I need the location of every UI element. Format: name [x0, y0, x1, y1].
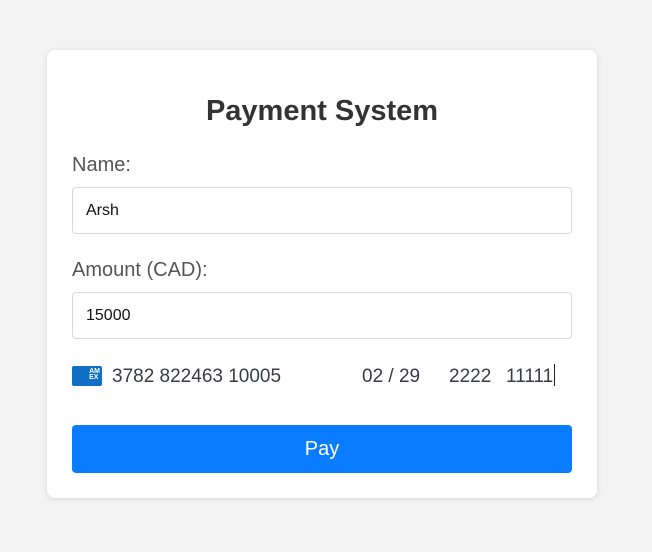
card-cvc-field[interactable]: 2222	[449, 364, 491, 390]
pay-button[interactable]: Pay	[72, 425, 572, 473]
page-title: Payment System	[205, 95, 439, 127]
payment-card: Payment System Name: Amount (CAD): AMEX …	[47, 50, 597, 498]
amount-label: Amount (CAD):	[72, 259, 208, 281]
name-input[interactable]	[72, 187, 572, 234]
card-expiry-field[interactable]: 02 / 29	[362, 364, 420, 390]
amex-logo-text: AM EX	[89, 368, 100, 381]
card-element[interactable]: AM EX 3782 822463 10005 02 / 29 2222 1111…	[72, 364, 572, 390]
card-number-field[interactable]: 3782 822463 10005	[112, 364, 281, 390]
amex-card-icon: AM EX	[72, 366, 102, 386]
name-label: Name:	[72, 154, 131, 176]
card-postal-field[interactable]: 11111	[506, 366, 553, 387]
card-postal-field-wrap[interactable]: 11111	[506, 364, 556, 390]
amount-input[interactable]	[72, 292, 572, 339]
text-cursor	[554, 364, 556, 386]
